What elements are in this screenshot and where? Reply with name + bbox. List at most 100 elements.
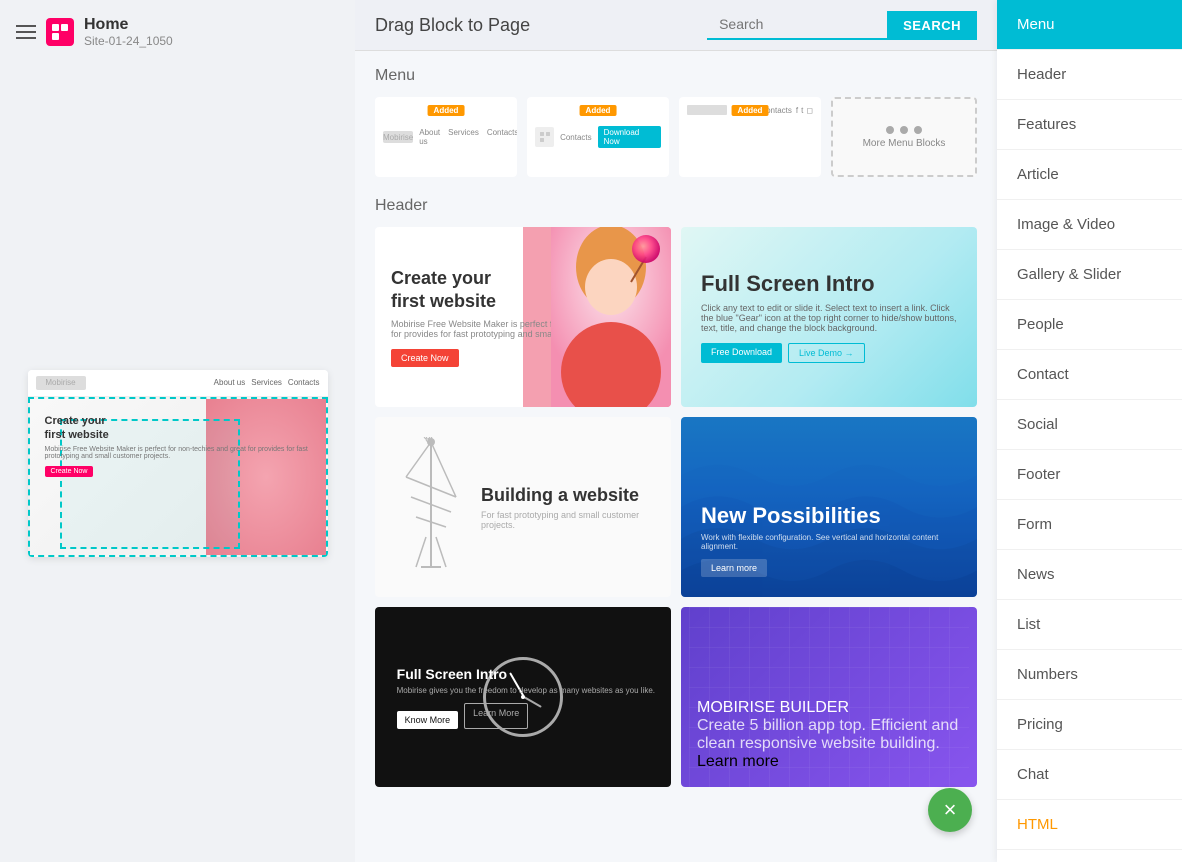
preview-area: Mobirise About us Services Contacts Crea… — [0, 64, 355, 862]
hblock-5-btns: Know More Learn More — [397, 703, 655, 729]
hblock-3-img — [391, 433, 471, 581]
mn-link-services: Services — [448, 128, 479, 146]
twitter-icon: t — [801, 106, 803, 115]
menu-links-2: Contacts — [560, 133, 592, 142]
preview-logo: Mobirise — [36, 376, 86, 390]
mn-link-about: About us — [419, 128, 440, 146]
menu-links-1: About us Services Contacts — [419, 128, 517, 146]
mn-link-contacts-2: Contacts — [560, 133, 592, 142]
sidebar-list-label: List — [1017, 616, 1040, 633]
hblock-5-sub: Mobirise gives you the freedom to develo… — [397, 686, 655, 695]
hblock-3-text: Building a website For fast prototyping … — [471, 485, 655, 530]
hblock-5-btn2: Learn More — [464, 703, 528, 729]
sidebar-item-chat[interactable]: Chat — [997, 750, 1182, 800]
header-block-mobirise-builder[interactable]: MOBIRISE BUILDER Create 5 billion app to… — [681, 607, 977, 787]
more-dots — [886, 126, 922, 134]
header-section-title: Header — [375, 197, 977, 215]
menu-block-2[interactable]: Contacts Download Now Added — [527, 97, 669, 177]
sidebar-article-label: Article — [1017, 166, 1059, 183]
hblock-6-sub: Create 5 billion app top. Efficient and … — [697, 717, 961, 753]
hblock-3-sub: For fast prototyping and small customer … — [481, 510, 655, 530]
menu-block-more[interactable]: More Menu Blocks — [831, 97, 977, 177]
sidebar-item-html[interactable]: HTML — [997, 800, 1182, 850]
sidebar-item-menu[interactable]: Menu — [997, 0, 1182, 50]
sidebar-social-label: Social — [1017, 416, 1058, 433]
sidebar-header-label: Header — [1017, 66, 1066, 83]
app-icon — [46, 18, 74, 46]
sidebar-item-numbers[interactable]: Numbers — [997, 650, 1182, 700]
sidebar-item-gallery-slider[interactable]: Gallery & Slider — [997, 250, 1182, 300]
sidebar-galleryslider-label: Gallery & Slider — [1017, 266, 1121, 283]
search-container: SEARCH — [707, 10, 977, 40]
mn-link-contacts: Contacts — [487, 128, 517, 146]
header-block-new-possibilities[interactable]: New Possibilities Work with flexible con… — [681, 417, 977, 597]
menu-social-logo — [687, 105, 727, 115]
hblock-2-sub: Click any text to edit or slide it. Sele… — [701, 303, 957, 333]
hblock-5-title: Full Screen Intro — [397, 666, 655, 682]
menu-download-btn: Download Now — [598, 126, 661, 148]
header-block-fullscreen-clock[interactable]: Full Screen Intro Mobirise gives you the… — [375, 607, 671, 787]
hblock-3-title: Building a website — [481, 485, 655, 506]
app-name: Home — [84, 16, 173, 34]
top-bar: Drag Block to Page SEARCH — [355, 0, 997, 51]
menu-block-1[interactable]: Mobirise About us Services Contacts Adde… — [375, 97, 517, 177]
sidebar-item-list[interactable]: List — [997, 600, 1182, 650]
hamburger-menu[interactable] — [16, 25, 36, 39]
sidebar-item-image-video[interactable]: Image & Video — [997, 200, 1182, 250]
sidebar-item-header[interactable]: Header — [997, 50, 1182, 100]
left-header: Home Site-01-24_1050 — [0, 0, 355, 64]
preview-nav-links: About us Services Contacts — [214, 378, 320, 387]
sidebar-features-label: Features — [1017, 116, 1076, 133]
hblock-2-btns: Free Download Live Demo → — [701, 343, 957, 363]
hblock-6-title: MOBIRISE BUILDER — [697, 699, 961, 717]
sidebar-pricing-label: Pricing — [1017, 716, 1063, 733]
menu-blocks-grid: Mobirise About us Services Contacts Adde… — [375, 97, 977, 177]
instagram-icon: ◻ — [806, 106, 813, 115]
hblock-4-btn: Learn more — [701, 559, 767, 577]
drag-block-title: Drag Block to Page — [375, 15, 530, 36]
sidebar-news-label: News — [1017, 566, 1055, 583]
menu-logo-icon-2 — [535, 127, 554, 147]
header-block-fullscreen-intro[interactable]: Full Screen Intro Click any text to edit… — [681, 227, 977, 407]
fab-close-button[interactable]: × — [928, 788, 972, 832]
hblock-2-download-btn: Free Download — [701, 343, 782, 363]
sidebar-footer-label: Footer — [1017, 466, 1060, 483]
app-subtitle: Site-01-24_1050 — [84, 34, 173, 48]
preview-hero-content: Create yourfirst website Mobirise Free W… — [45, 414, 326, 479]
sidebar-item-footer[interactable]: Footer — [997, 450, 1182, 500]
sidebar-item-news[interactable]: News — [997, 550, 1182, 600]
header-section: Header Create yourfirst website Mobirise… — [375, 197, 977, 787]
dot-2 — [900, 126, 908, 134]
search-input[interactable] — [707, 10, 887, 40]
hero-title: Create yourfirst website — [45, 414, 326, 443]
sidebar-people-label: People — [1017, 316, 1064, 333]
nav-link-services: Services — [251, 378, 282, 387]
menu-block-social[interactable]: Contacts f t ◻ Added — [679, 97, 821, 177]
added-badge-1: Added — [428, 105, 465, 116]
website-preview: Mobirise About us Services Contacts Crea… — [28, 370, 328, 557]
hblock-4-sub: Work with flexible configuration. See ve… — [701, 533, 957, 551]
hblock-5-text: Full Screen Intro Mobirise gives you the… — [397, 666, 655, 729]
hblock-6-btn: Learn more — [697, 753, 961, 771]
header-blocks-grid: Create yourfirst website Mobirise Free W… — [375, 227, 977, 787]
hero-btn: Create Now — [45, 466, 94, 477]
sidebar-item-social[interactable]: Social — [997, 400, 1182, 450]
left-sidebar: Home Site-01-24_1050 Mobirise About us S… — [0, 0, 355, 862]
sidebar-item-contact[interactable]: Contact — [997, 350, 1182, 400]
menu-section: Menu Mobirise About us Services Contacts… — [375, 67, 977, 177]
sidebar-item-pricing[interactable]: Pricing — [997, 700, 1182, 750]
search-button[interactable]: SEARCH — [887, 11, 977, 40]
menu-social-icons: f t ◻ — [796, 106, 813, 115]
header-block-building[interactable]: Building a website For fast prototyping … — [375, 417, 671, 597]
sidebar-item-people[interactable]: People — [997, 300, 1182, 350]
nav-link-contacts: Contacts — [288, 378, 320, 387]
sidebar-item-article[interactable]: Article — [997, 150, 1182, 200]
added-badge-2: Added — [580, 105, 617, 116]
header-block-create-website[interactable]: Create yourfirst website Mobirise Free W… — [375, 227, 671, 407]
sidebar-imagevideo-label: Image & Video — [1017, 216, 1115, 233]
sidebar-numbers-label: Numbers — [1017, 666, 1078, 683]
facebook-icon: f — [796, 106, 798, 115]
sidebar-item-features[interactable]: Features — [997, 100, 1182, 150]
sidebar-item-form[interactable]: Form — [997, 500, 1182, 550]
sidebar-contact-label: Contact — [1017, 366, 1069, 383]
